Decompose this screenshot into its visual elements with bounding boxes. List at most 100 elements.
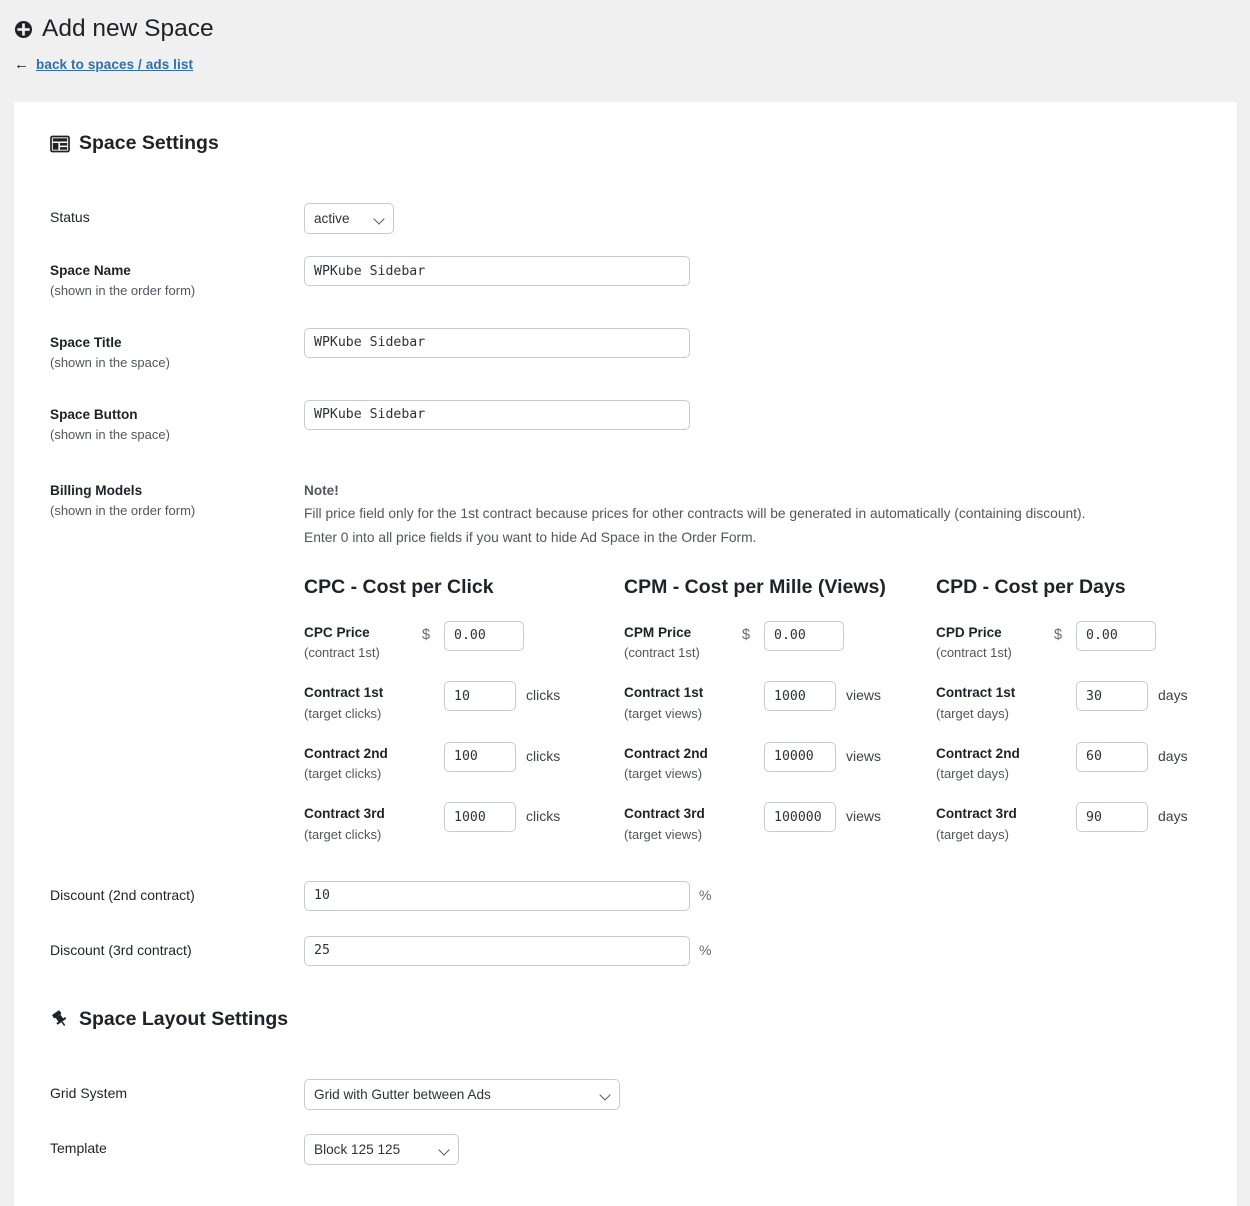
cpd-contract-1st-label: Contract 1st — [936, 685, 1016, 701]
template-label: Template — [50, 1139, 107, 1156]
space-name-sublabel: (shown in the order form) — [50, 283, 196, 299]
discount-3rd-label-group: Discount (3rd contract) — [50, 936, 304, 962]
billing-models-label: Billing Models — [50, 482, 143, 498]
cpm-contract-1st-unit: views — [846, 687, 882, 704]
discount-2nd-input[interactable] — [304, 880, 690, 911]
template-control: Block 125 125 — [304, 1133, 1201, 1165]
grid-system-label-group: Grid System — [50, 1079, 304, 1105]
pushpin-icon — [50, 1009, 70, 1029]
cpm-price-field: CPM Price (contract 1st) $ — [624, 620, 936, 664]
cpm-contract-3rd-unit: views — [846, 808, 882, 825]
page-title: Add new Space — [14, 14, 1250, 45]
cpd-contract-3rd-label: Contract 3rd — [936, 806, 1017, 822]
cpm-contract-1st-input[interactable] — [764, 681, 836, 712]
billing-columns: CPC - Cost per Click CPC Price (contract… — [304, 576, 1226, 863]
cpm-contract-1st-label-group: Contract 1st (target views) — [624, 681, 742, 724]
cpd-contract-2nd-unit: days — [1158, 747, 1188, 764]
cpm-contract-2nd-unit: views — [846, 747, 882, 764]
cpc-contract-1st-label: Contract 1st — [304, 685, 384, 701]
template-row: Template Block 125 125 — [50, 1133, 1201, 1165]
cpd-contract-1st-input[interactable] — [1076, 681, 1148, 712]
cpc-contract-2nd-label: Contract 2nd — [304, 745, 388, 761]
billing-note-line-1: Fill price field only for the 1st contra… — [304, 506, 1086, 522]
status-label-group: Status — [50, 203, 304, 229]
space-title-control — [304, 327, 1201, 358]
cpd-price-sublabel: (contract 1st) — [936, 645, 1012, 661]
cpm-price-input[interactable] — [764, 620, 844, 651]
cpc-contract-3rd-field: Contract 3rd (target clicks) clicks — [304, 802, 624, 845]
cpd-contract-1st-sublabel: (target days) — [936, 705, 1009, 721]
cpd-contract-2nd-field: Contract 2nd (target days) days — [936, 741, 1226, 785]
cpm-contract-3rd-input[interactable] — [764, 802, 836, 833]
cpm-contract-2nd-sublabel: (target views) — [624, 766, 703, 782]
grid-system-control: Grid with Gutter between Ads — [304, 1078, 1201, 1110]
status-select-wrap: active — [304, 203, 394, 234]
discount-3rd-control: % — [304, 935, 1201, 966]
cpc-price-sublabel: (contract 1st) — [304, 645, 380, 661]
status-control: active — [304, 203, 1201, 234]
cpm-contract-3rd-field: Contract 3rd (target views) views — [624, 802, 936, 845]
discount-2nd-percent-sign: % — [699, 886, 712, 903]
cpm-contract-1st-label: Contract 1st — [624, 685, 704, 701]
cpc-contract-3rd-label: Contract 3rd — [304, 806, 385, 822]
cpd-price-input[interactable] — [1076, 620, 1156, 651]
grid-system-label: Grid System — [50, 1084, 128, 1101]
cpc-contract-3rd-input[interactable] — [444, 802, 516, 833]
grid-system-select[interactable]: Grid with Gutter between Ads — [304, 1078, 620, 1110]
space-button-label-group: Space Button (shown in the space) — [50, 400, 304, 446]
cpc-contract-3rd-label-group: Contract 3rd (target clicks) — [304, 802, 422, 845]
back-to-spaces-link[interactable]: back to spaces / ads list — [36, 57, 193, 72]
billing-column-cpc: CPC - Cost per Click CPC Price (contract… — [304, 576, 624, 863]
cpc-contract-2nd-input[interactable] — [444, 741, 516, 772]
billing-note-title: Note! — [304, 482, 339, 498]
discount-3rd-percent-sign: % — [699, 941, 712, 958]
space-title-input[interactable] — [304, 327, 690, 358]
billing-models-row: Billing Models (shown in the order form)… — [50, 476, 1201, 863]
cpd-contract-2nd-label-group: Contract 2nd (target days) — [936, 742, 1054, 785]
space-layout-settings-heading: Space Layout Settings — [50, 1008, 1201, 1031]
cpc-currency-symbol: $ — [422, 626, 431, 643]
discount-2nd-label-group: Discount (2nd contract) — [50, 881, 304, 907]
cpc-contract-2nd-label-group: Contract 2nd (target clicks) — [304, 742, 422, 785]
cpc-contract-2nd-sublabel: (target clicks) — [304, 766, 382, 782]
status-select[interactable]: active — [304, 203, 394, 234]
cpc-contract-1st-input[interactable] — [444, 681, 516, 712]
cpd-price-field: CPD Price (contract 1st) $ — [936, 620, 1226, 664]
space-button-sublabel: (shown in the space) — [50, 426, 170, 442]
cpm-price-label-group: CPM Price (contract 1st) — [624, 621, 742, 664]
cpc-contract-2nd-field: Contract 2nd (target clicks) clicks — [304, 741, 624, 785]
cpm-contract-3rd-label-group: Contract 3rd (target views) — [624, 802, 742, 845]
cpm-contract-2nd-field: Contract 2nd (target views) views — [624, 741, 936, 785]
settings-card: Space Settings Status active Space Name … — [14, 102, 1237, 1206]
plus-circle-icon — [14, 20, 33, 39]
discount-3rd-input[interactable] — [304, 935, 690, 966]
cpm-contract-3rd-sublabel: (target views) — [624, 826, 703, 842]
cpd-contract-3rd-input[interactable] — [1076, 802, 1148, 833]
cpm-contract-2nd-input[interactable] — [764, 741, 836, 772]
cpm-contract-2nd-label-group: Contract 2nd (target views) — [624, 742, 742, 785]
space-name-label: Space Name — [50, 263, 131, 278]
cpd-contract-2nd-label: Contract 2nd — [936, 745, 1020, 761]
cpm-contract-1st-field: Contract 1st (target views) views — [624, 681, 936, 724]
space-name-input[interactable] — [304, 256, 690, 286]
space-button-input[interactable] — [304, 399, 690, 430]
cpc-contract-1st-unit: clicks — [526, 687, 561, 704]
space-settings-heading: Space Settings — [50, 132, 1201, 155]
grid-system-row: Grid System Grid with Gutter between Ads — [50, 1078, 1201, 1110]
cpd-contract-3rd-field: Contract 3rd (target days) days — [936, 802, 1226, 845]
cpc-price-field: CPC Price (contract 1st) $ — [304, 620, 624, 664]
cpd-column-title: CPD - Cost per Days — [936, 575, 1126, 598]
cpc-contract-3rd-sublabel: (target clicks) — [304, 826, 382, 842]
space-button-row: Space Button (shown in the space) — [50, 399, 1201, 446]
cpd-contract-3rd-unit: days — [1158, 808, 1188, 825]
space-name-control — [304, 256, 1201, 286]
template-select-wrap: Block 125 125 — [304, 1133, 459, 1165]
cpm-contract-1st-sublabel: (target views) — [624, 705, 703, 721]
cpc-price-input[interactable] — [444, 620, 524, 651]
cpd-contract-2nd-input[interactable] — [1076, 741, 1148, 772]
space-name-row: Space Name (shown in the order form) — [50, 256, 1201, 302]
cpd-price-label-group: CPD Price (contract 1st) — [936, 621, 1054, 664]
discount-2nd-label: Discount (2nd contract) — [50, 886, 195, 903]
billing-note: Note! Fill price field only for the 1st … — [304, 476, 1226, 550]
template-select[interactable]: Block 125 125 — [304, 1133, 459, 1165]
